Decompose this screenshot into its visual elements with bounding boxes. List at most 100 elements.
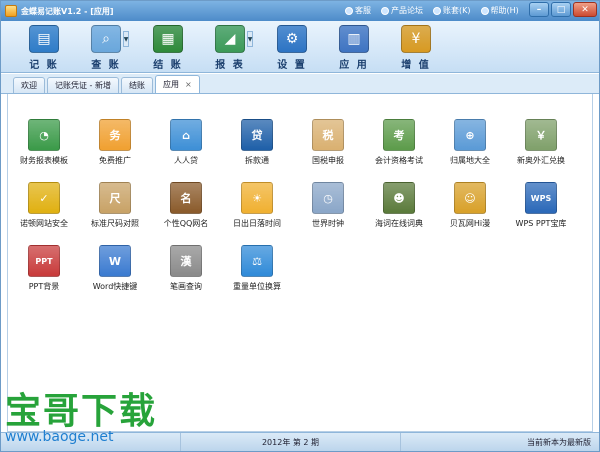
- app-tile[interactable]: 漢笔画查询: [150, 245, 222, 293]
- chart-icon: ◢: [215, 25, 245, 53]
- stroke-icon: 漢: [170, 245, 202, 277]
- help-icon: [480, 6, 489, 15]
- app-label: 拆款通: [245, 156, 269, 165]
- app-label: 免费推广: [99, 156, 131, 165]
- norton-icon: ✓: [28, 182, 60, 214]
- app-tile[interactable]: 考会计资格考试: [363, 119, 435, 167]
- sunrise-icon: ☀: [241, 182, 273, 214]
- search-globe-icon: ⊕: [454, 119, 486, 151]
- app-label: 海词在线词典: [375, 219, 423, 228]
- app-tile[interactable]: ✓ 诺顿网站安全: [8, 182, 80, 230]
- magnifier-icon: ⌕: [91, 25, 121, 53]
- ppt-icon: PPT: [28, 245, 60, 277]
- maximize-button[interactable]: □: [551, 2, 571, 17]
- app-label: 个性QQ网名: [163, 219, 209, 228]
- toolbar-button-5[interactable]: ▥ 应 用: [323, 21, 385, 73]
- app-tile[interactable]: ☻ 海词在线词典: [363, 182, 435, 230]
- app-tile[interactable]: ☀ 日出日落时间: [221, 182, 293, 230]
- app-tile[interactable]: PPT PPT背景: [8, 245, 80, 293]
- pie-chart-icon: ◔: [28, 119, 60, 151]
- cartoon-icon: ☺: [454, 182, 486, 214]
- dropdown-arrow-icon[interactable]: ▼: [123, 31, 129, 47]
- toolbar-button-0[interactable]: ▤ 记 账: [13, 21, 75, 73]
- close-button[interactable]: ✕: [573, 2, 597, 17]
- service-icon: [345, 6, 353, 15]
- word-icon: W: [99, 245, 131, 277]
- toolbar-label: 结 账: [153, 60, 183, 71]
- app-label: 贝瓦网Hi漫: [449, 219, 491, 228]
- exam-icon: 考: [383, 119, 415, 151]
- link-customer-service[interactable]: 客服: [345, 5, 371, 16]
- link-label: 客服: [355, 6, 371, 15]
- tab-label: 欢迎: [21, 81, 37, 90]
- tab-closing[interactable]: 结账: [120, 77, 153, 93]
- app-tile[interactable]: ￥ 新奥外汇兑换: [505, 119, 577, 167]
- apps-panel: ◔ 财务报表模板务免费推广 ⌂ 人人贷贷拆款通税国税申报考会计资格考试 ⊕ 归属地大全 ￥ 新…: [7, 94, 593, 432]
- minimize-button[interactable]: –: [529, 2, 549, 17]
- tab-welcome[interactable]: 欢迎: [13, 77, 45, 93]
- app-label: 人人贷: [174, 156, 198, 165]
- app-label: 财务报表模板: [20, 156, 68, 165]
- menu-help[interactable]: 帮助(H): [480, 5, 519, 16]
- loan-icon: 贷: [241, 119, 273, 151]
- app-label: PPT背景: [28, 282, 60, 291]
- app-label: 标准尺码对照: [91, 219, 139, 228]
- app-tile[interactable]: 贷拆款通: [221, 119, 293, 167]
- app-label: WPS PPT宝库: [515, 219, 567, 228]
- app-tile[interactable]: WPS WPS PPT宝库: [505, 182, 577, 230]
- app-label: 国税申报: [312, 156, 344, 165]
- menu-account-set[interactable]: 账套(K): [433, 5, 471, 16]
- toolbar-label: 应 用: [339, 60, 369, 71]
- tab-label: 结账: [128, 81, 145, 90]
- qq-icon: 名: [170, 182, 202, 214]
- app-tile[interactable]: ☺ 贝瓦网Hi漫: [434, 182, 506, 230]
- title-bar: 金蝶易记账V1.2 - [应用] 客服 产品论坛 账套(K) 帮助(H) – □…: [1, 1, 599, 21]
- app-tile[interactable]: ⌂ 人人贷: [150, 119, 222, 167]
- toolbar-button-4[interactable]: ⚙ 设 置: [261, 21, 323, 73]
- toolbar-button-2[interactable]: ▦ 结 账: [137, 21, 199, 73]
- app-label: 世界时钟: [312, 219, 344, 228]
- app-tile[interactable]: 名个性QQ网名: [150, 182, 222, 230]
- rrd-icon: ⌂: [170, 119, 202, 151]
- wps-icon: WPS: [525, 182, 557, 214]
- tab-strip: 欢迎 记账凭证 - 新增 结账 应用 ×: [1, 74, 599, 94]
- tab-voucher-new[interactable]: 记账凭证 - 新增: [47, 77, 119, 93]
- window-controls: – □ ✕: [529, 2, 597, 17]
- toolbar-button-3[interactable]: ◢ 报 表 ▼: [199, 21, 261, 73]
- app-label: Word快捷键: [92, 282, 138, 291]
- exchange-icon: ￥: [525, 119, 557, 151]
- app-tile[interactable]: ◷ 世界时钟: [292, 182, 364, 230]
- toolbar-label: 设 置: [277, 60, 307, 71]
- app-tile[interactable]: ⊕ 归属地大全: [434, 119, 506, 167]
- app-tile[interactable]: W Word快捷键: [79, 245, 151, 293]
- main-toolbar: ▤ 记 账 ⌕ 查 账 ▼ ▦ 结 账 ◢ 报 表 ▼ ⚙ 设 置 ▥ 应 用 ¥ 增 值: [1, 21, 599, 73]
- app-label: 诺顿网站安全: [20, 219, 68, 228]
- tax-icon: 税: [312, 119, 344, 151]
- toolbar-button-6[interactable]: ¥ 增 值: [385, 21, 447, 73]
- promo-icon: 务: [99, 119, 131, 151]
- top-links: 客服 产品论坛 账套(K) 帮助(H): [345, 5, 519, 16]
- app-label: 重量单位换算: [233, 282, 281, 291]
- tab-apps[interactable]: 应用 ×: [154, 75, 200, 93]
- tab-label: 应用: [162, 80, 179, 89]
- toolbar-button-1[interactable]: ⌕ 查 账 ▼: [75, 21, 137, 73]
- tab-close-icon[interactable]: ×: [185, 80, 192, 89]
- app-tile[interactable]: 尺标准尺码对照: [79, 182, 151, 230]
- dropdown-arrow-icon[interactable]: ▼: [247, 31, 253, 47]
- app-logo-icon: [5, 5, 17, 17]
- scale-icon: ⚖: [241, 245, 273, 277]
- toolbar-label: 增 值: [401, 60, 431, 71]
- toolbar-label: 记 账: [29, 60, 59, 71]
- size-icon: 尺: [99, 182, 131, 214]
- app-tile[interactable]: 务免费推广: [79, 119, 151, 167]
- app-tile[interactable]: ◔ 财务报表模板: [8, 119, 80, 167]
- link-label: 产品论坛: [391, 6, 423, 15]
- link-forum[interactable]: 产品论坛: [381, 5, 423, 16]
- app-label: 日出日落时间: [233, 219, 281, 228]
- app-label: 笔画查询: [170, 282, 202, 291]
- app-tile[interactable]: 税国税申报: [292, 119, 364, 167]
- tab-label: 记账凭证 - 新增: [55, 81, 111, 90]
- dictionary-icon: ☻: [383, 182, 415, 214]
- app-tile[interactable]: ⚖ 重量单位换算: [221, 245, 293, 293]
- toolbar-label: 报 表: [215, 60, 245, 71]
